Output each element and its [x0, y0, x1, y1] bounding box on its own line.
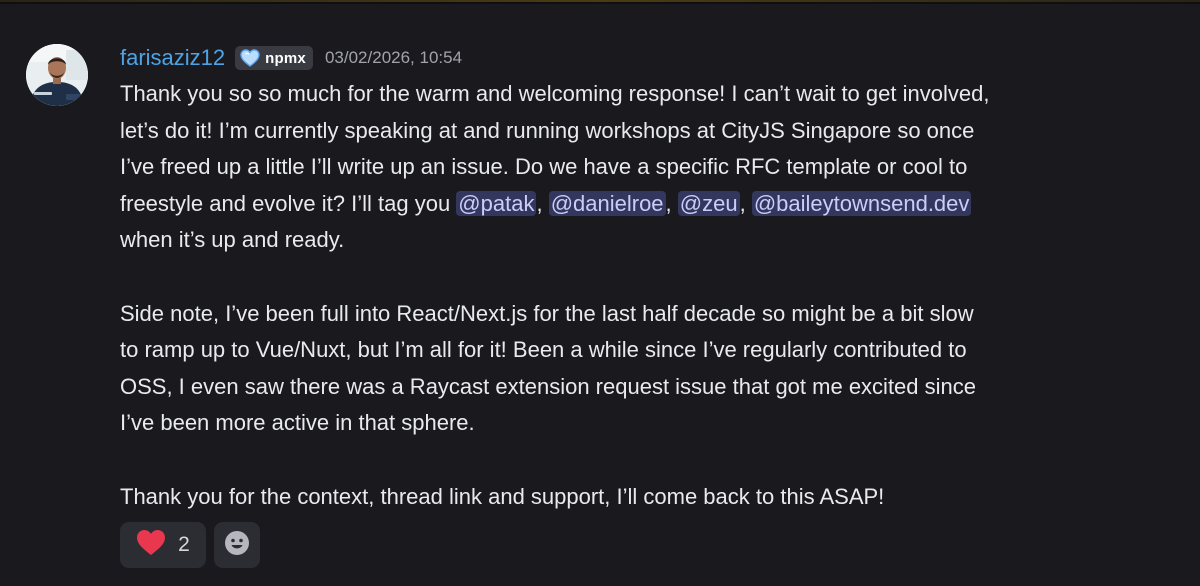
mention-separator: , [536, 190, 549, 216]
message-text-line: I’ve been more active in that sphere. [120, 410, 475, 436]
mention-zeu[interactable]: @zeu [677, 190, 740, 216]
message-text-line: Side note, I’ve been full into React/Nex… [120, 300, 974, 326]
message-text-segment: freestyle and evolve it? I’ll tag you [120, 190, 457, 216]
heart-shield-icon [240, 49, 260, 67]
message-text-line: Thank you for the context, thread link a… [120, 483, 885, 509]
heart-icon [136, 529, 166, 561]
message-text-line: OSS, I even saw there was a Raycast exte… [120, 373, 976, 399]
avatar[interactable] [26, 44, 88, 106]
reactions-bar: 2 [120, 522, 260, 568]
mention-baileytownsend[interactable]: @baileytownsend.dev [751, 190, 972, 216]
smiley-icon [224, 530, 250, 561]
mention-separator: , [739, 190, 752, 216]
reaction-heart-button[interactable]: 2 [120, 522, 206, 568]
mention-patak[interactable]: @patak [456, 190, 537, 216]
message-text-line-with-mentions: freestyle and evolve it? I’ll tag you @p… [120, 186, 1120, 223]
avatar-photo-icon [26, 44, 88, 106]
top-accent-line [0, 0, 1200, 2]
username[interactable]: farisaziz12 [120, 45, 225, 71]
mention-separator: , [665, 190, 678, 216]
message-text-line: when it’s up and ready. [120, 227, 345, 253]
message-content: Thank you so so much for the warm and we… [120, 76, 1120, 515]
message-text-line: to ramp up to Vue/Nuxt, but I’m all for … [120, 337, 967, 363]
add-reaction-button[interactable] [214, 522, 260, 568]
server-tag-label: npmx [265, 49, 306, 67]
reaction-count: 2 [178, 533, 190, 556]
message-text-line: I’ve freed up a little I’ll write up an … [120, 154, 968, 180]
message-header: farisaziz12 npmx 03/02/2026, 10:54 [120, 43, 462, 73]
message-timestamp[interactable]: 03/02/2026, 10:54 [325, 48, 462, 68]
message-text-line: Thank you so so much for the warm and we… [120, 81, 990, 106]
server-tag-badge[interactable]: npmx [235, 46, 313, 70]
message-text-line: let’s do it! I’m currently speaking at a… [120, 117, 975, 143]
chat-message: farisaziz12 npmx 03/02/2026, 10:54 Thank… [0, 4, 1200, 586]
mention-danielroe[interactable]: @danielroe [548, 190, 666, 216]
